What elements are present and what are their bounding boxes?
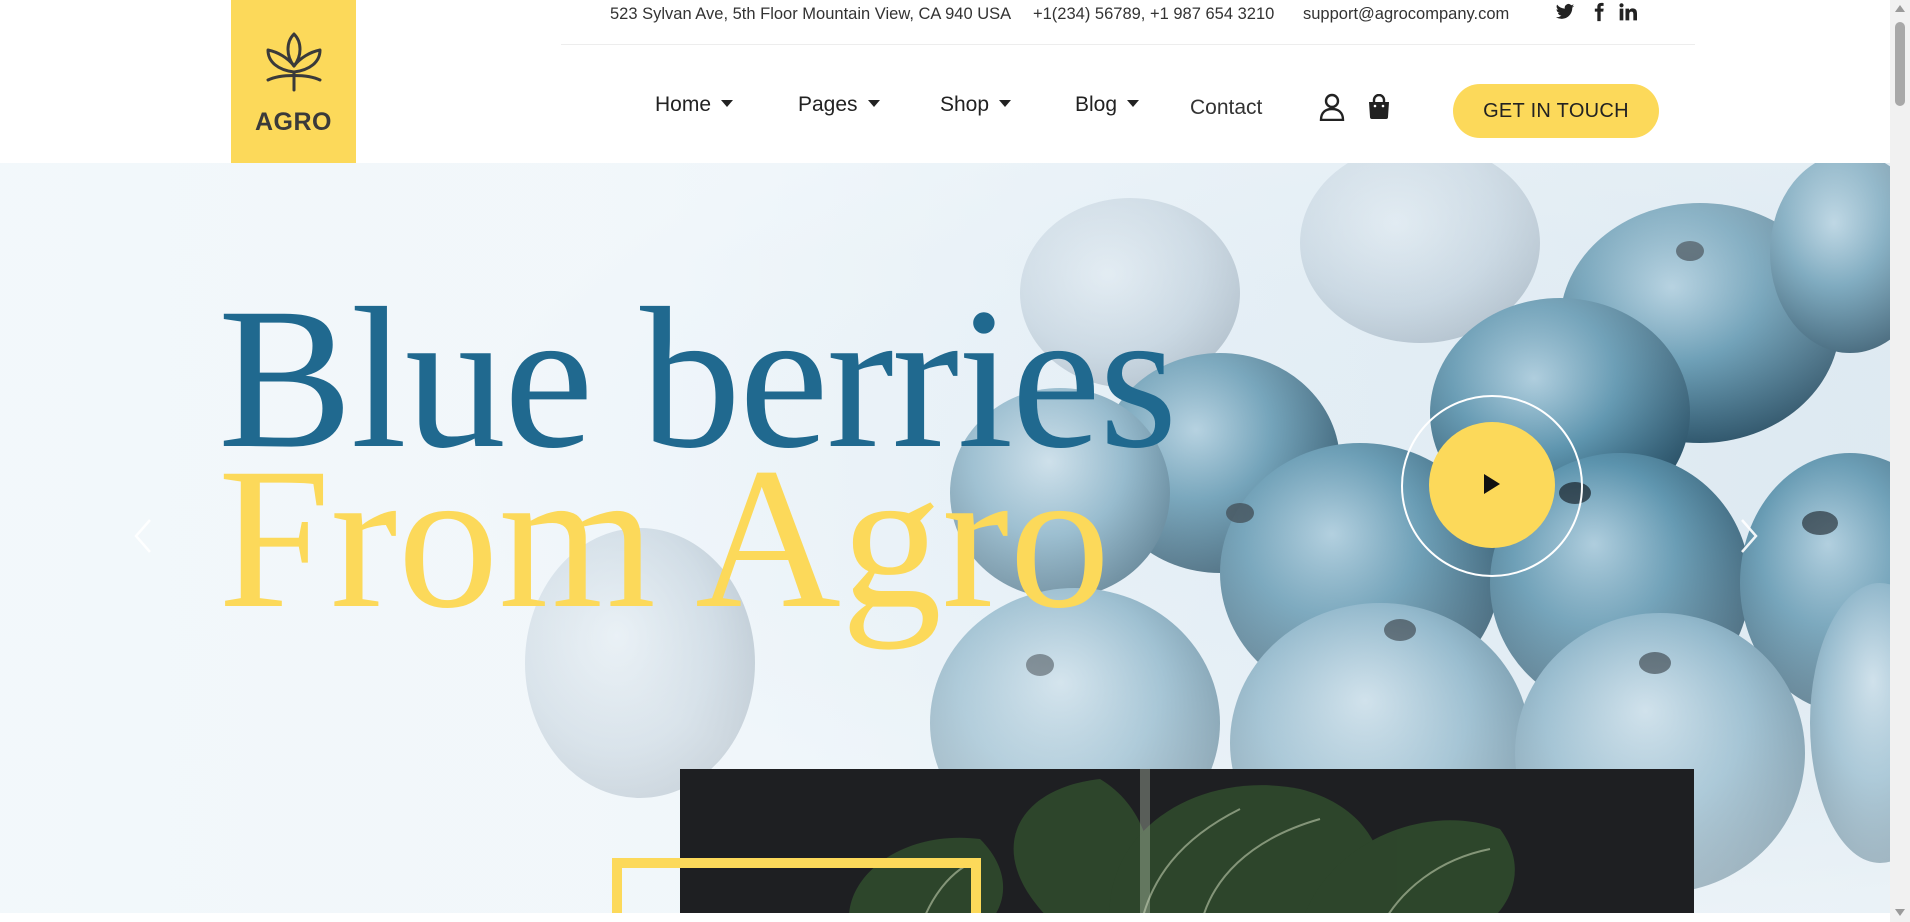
chevron-right-icon[interactable] — [1738, 516, 1762, 556]
phone-text[interactable]: +1(234) 56789, +1 987 654 3210 — [1033, 5, 1274, 24]
nav-item-blog[interactable]: Blog — [1075, 93, 1140, 117]
page-scrollbar[interactable] — [1890, 0, 1910, 922]
scroll-up-arrow-icon[interactable] — [1895, 5, 1905, 12]
nav-label: Pages — [798, 93, 858, 116]
contact-topbar: 523 Sylvan Ave, 5th Floor Mountain View,… — [561, 0, 1695, 45]
video-play-ring[interactable] — [1401, 395, 1583, 577]
logo-text: AGRO — [255, 108, 332, 136]
caret-down-icon — [721, 100, 734, 107]
decorative-frame — [612, 858, 981, 913]
scrollbar-thumb[interactable] — [1895, 22, 1905, 106]
nav-item-shop[interactable]: Shop — [940, 93, 1012, 117]
play-button[interactable] — [1429, 422, 1555, 548]
caret-down-icon — [1127, 100, 1140, 107]
hero-slider: Blue berries From Agro — [0, 163, 1890, 913]
user-icon[interactable] — [1319, 93, 1345, 122]
caret-down-icon — [999, 100, 1012, 107]
headline-line-2: From Agro — [218, 426, 1111, 650]
scroll-down-arrow-icon[interactable] — [1895, 909, 1905, 916]
nav-label: Shop — [940, 93, 990, 116]
address-text: 523 Sylvan Ave, 5th Floor Mountain View,… — [610, 5, 1012, 23]
chevron-left-icon[interactable] — [130, 516, 154, 556]
caret-down-icon — [867, 100, 880, 107]
facebook-icon[interactable] — [1589, 2, 1613, 26]
leaf-logo-icon — [266, 32, 322, 92]
site-header: AGRO 523 Sylvan Ave, 5th Floor Mountain … — [0, 0, 1890, 163]
brand-logo[interactable]: AGRO — [231, 0, 356, 163]
nav-label: Blog — [1075, 93, 1118, 116]
twitter-icon[interactable] — [1555, 2, 1579, 26]
nav-item-home[interactable]: Home — [655, 93, 734, 117]
nav-label: Home — [655, 93, 712, 116]
email-link[interactable]: support@agrocompany.com — [1303, 5, 1509, 24]
nav-item-pages[interactable]: Pages — [798, 93, 880, 117]
play-icon — [1484, 474, 1500, 494]
hero-headline: Blue berries From Agro — [218, 277, 1178, 650]
nav-item-contact[interactable]: Contact — [1190, 96, 1262, 120]
shopping-bag-icon[interactable] — [1366, 93, 1392, 120]
get-in-touch-button[interactable]: GET IN TOUCH — [1453, 84, 1659, 138]
linkedin-icon[interactable] — [1618, 2, 1642, 26]
